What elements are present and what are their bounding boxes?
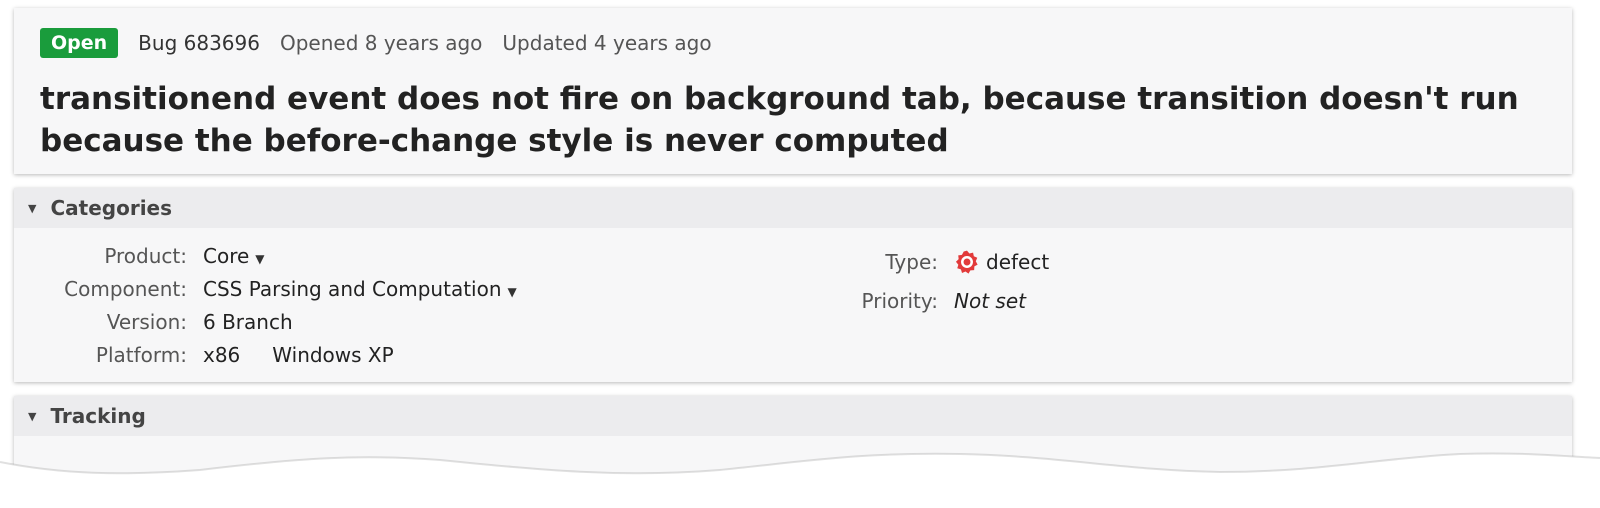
defect-icon: [955, 250, 978, 274]
type-field: Type: defect: [14, 249, 1049, 275]
bug-id[interactable]: Bug 683696: [138, 31, 260, 55]
bug-page: Open Bug 683696 Opened 8 years ago Updat…: [14, 8, 1572, 508]
torn-edge: [0, 452, 1600, 508]
categories-toggle[interactable]: ▼ Categories: [14, 188, 1572, 228]
platform-arch: x86: [203, 343, 241, 367]
bug-header: Open Bug 683696 Opened 8 years ago Updat…: [14, 8, 1572, 174]
priority-value: Not set: [954, 289, 1026, 313]
updated-time: Updated 4 years ago: [502, 31, 712, 55]
categories-section: ▼ Categories Product: Core ▼ Component: C…: [14, 188, 1572, 382]
tracking-toggle[interactable]: ▼ Tracking: [14, 396, 1572, 436]
version-label: Version:: [106, 310, 187, 334]
tracking-heading: Tracking: [50, 404, 146, 428]
bug-meta: Open Bug 683696 Opened 8 years ago Updat…: [40, 28, 732, 58]
status-badge: Open: [40, 28, 119, 58]
opened-time: Opened 8 years ago: [279, 31, 483, 55]
collapse-triangle-icon: ▼: [28, 201, 37, 215]
version-field: Version: 6 Branch: [14, 310, 293, 334]
priority-field: Priority: Not set: [14, 289, 1026, 313]
type-label: Type:: [885, 250, 938, 274]
priority-label: Priority:: [861, 289, 938, 313]
categories-heading: Categories: [50, 196, 173, 220]
categories-fields: Product: Core ▼ Component: CSS Parsing an…: [14, 228, 1572, 382]
version-value: 6 Branch: [203, 310, 293, 334]
platform-field: Platform: x86 Windows XP: [14, 343, 394, 367]
type-value: defect: [986, 250, 1050, 274]
collapse-triangle-icon: ▼: [28, 409, 37, 423]
platform-os: Windows XP: [272, 343, 394, 367]
platform-label: Platform:: [95, 343, 187, 367]
bug-title: transitionend event does not fire on bac…: [40, 81, 1519, 159]
